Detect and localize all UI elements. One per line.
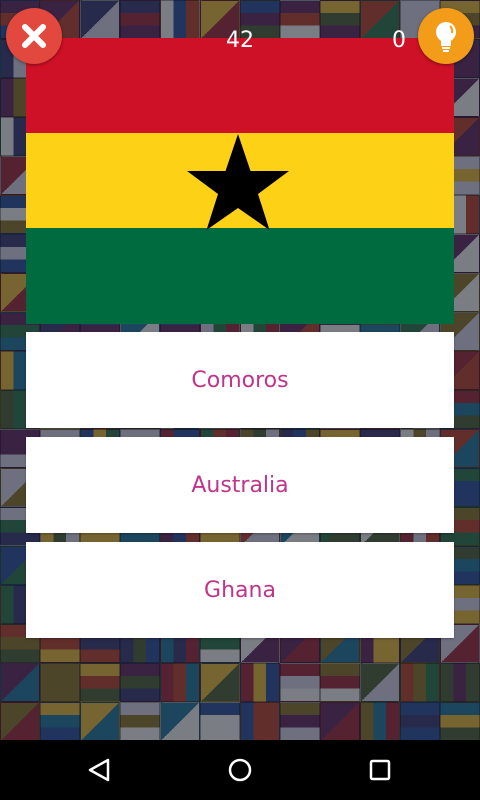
question-flag <box>26 38 454 324</box>
answer-option-1[interactable]: Comoros <box>26 332 454 428</box>
timer-counter: 42 <box>226 28 254 53</box>
answer-option-3[interactable]: Ghana <box>26 542 454 638</box>
home-circle-icon[interactable] <box>225 755 255 785</box>
answer-option-2[interactable]: Australia <box>26 437 454 533</box>
navigation-bar <box>0 740 480 800</box>
close-button[interactable] <box>6 8 62 64</box>
score-counter: 0 <box>392 28 406 53</box>
answer-label: Ghana <box>204 577 276 603</box>
answer-label: Australia <box>191 472 289 498</box>
hint-button[interactable] <box>418 8 474 64</box>
recent-square-icon[interactable] <box>365 755 395 785</box>
flag-stripe-bottom <box>26 228 454 324</box>
answer-label: Comoros <box>191 367 289 393</box>
close-icon <box>22 24 46 48</box>
back-triangle-icon[interactable] <box>84 755 114 785</box>
lightbulb-icon <box>436 22 456 52</box>
